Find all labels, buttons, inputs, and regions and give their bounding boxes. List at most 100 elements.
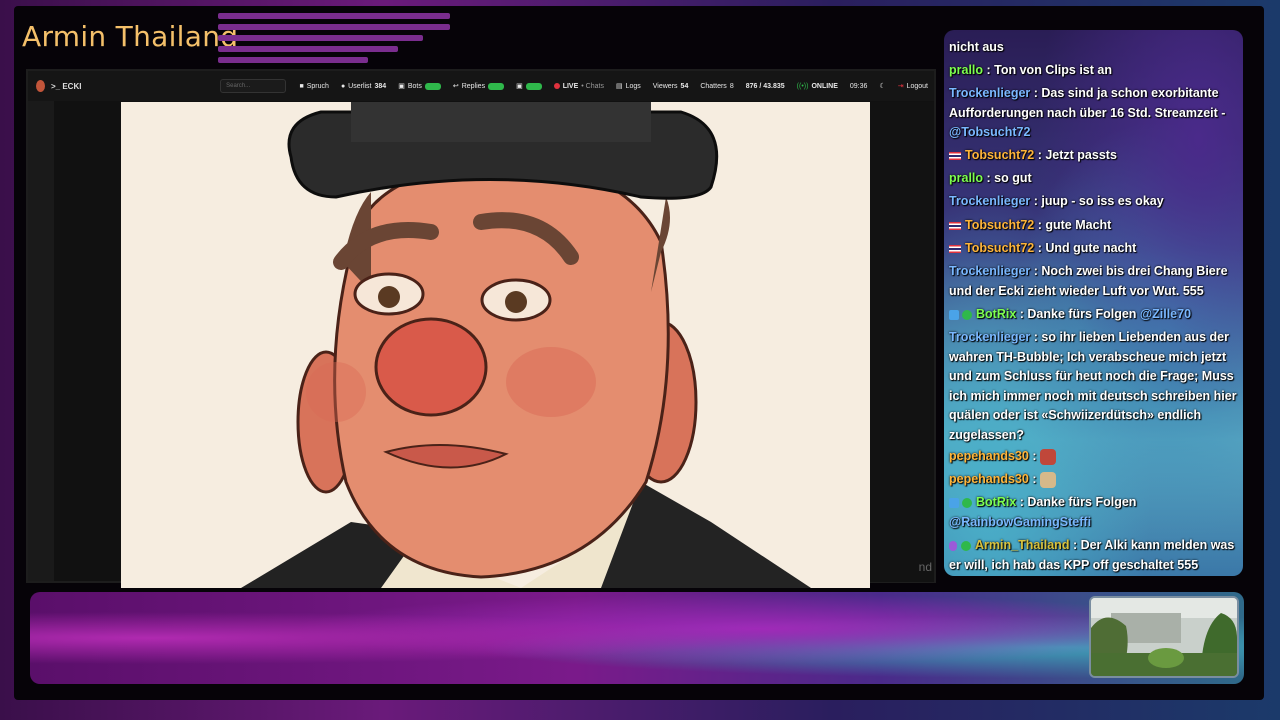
chat-username[interactable]: Trockenlieger: [949, 86, 1030, 100]
chatters-count: 8: [729, 82, 734, 90]
flag-icon: [949, 151, 961, 160]
chat-message: Trockenlieger : so ihr lieben Liebenden …: [949, 328, 1239, 445]
message-sep: :: [1034, 241, 1046, 255]
logout-button[interactable]: ⇥ Logout: [892, 82, 934, 91]
message-text: Und gute nacht: [1045, 241, 1137, 255]
search-input[interactable]: Search...: [220, 79, 286, 93]
chat-username[interactable]: Tobsucht72: [965, 218, 1034, 232]
bots-toggle[interactable]: ▣ Bots: [392, 82, 447, 90]
user-icon: ●: [340, 82, 346, 90]
chat-username[interactable]: Armin_Thailand: [975, 538, 1069, 552]
chat-username[interactable]: pepehands30: [949, 449, 1029, 463]
log-icon: ▤: [615, 83, 623, 90]
title-decoration: [218, 35, 423, 41]
flag-icon: [949, 221, 961, 230]
capture-sidebar: [28, 101, 54, 581]
message-text: so gut: [994, 171, 1032, 185]
right-strip-text: nd: [918, 560, 932, 574]
chat-username[interactable]: BotRix: [976, 495, 1016, 509]
webcam-scene: [1091, 598, 1237, 676]
dashboard-topbar: >_ ECKI Search... ■ Spruch ● Userlist 38…: [28, 71, 934, 101]
avatar: [36, 80, 45, 92]
verified-icon: [962, 497, 972, 508]
chat-message: BotRix : Danke fürs Folgen @Zille70: [949, 305, 1239, 325]
chat-username[interactable]: BotRix: [976, 307, 1016, 321]
message-text: Danke fürs Folgen: [1027, 307, 1140, 321]
bots-label: Bots: [407, 82, 422, 90]
message-text: gute Macht: [1045, 218, 1112, 232]
viewers-stat: Viewers 54: [647, 83, 695, 90]
message-text: Jetzt passts: [1045, 148, 1117, 162]
title-decoration: [218, 46, 398, 52]
chat-username[interactable]: prallo: [949, 63, 983, 77]
chatters-stat: Chatters 8: [694, 83, 739, 90]
chat-panel: nicht aus prallo : Ton von Clips ist an …: [944, 30, 1243, 576]
bot-icon: [949, 497, 959, 508]
message-sep: :: [1030, 264, 1042, 278]
replies-label: Replies: [461, 82, 486, 90]
chat-message: Armin_Thailand : Der Alki kann melden wa…: [949, 536, 1239, 575]
cartoon-man-portrait: [121, 102, 870, 588]
message-sep: :: [1069, 538, 1081, 552]
robot-icon: ▣: [516, 83, 523, 90]
reply-icon: ↩: [452, 83, 459, 90]
replies-toggle[interactable]: ↩ Replies: [447, 82, 510, 90]
title-decoration: [218, 57, 368, 63]
chat-message: BotRix : Danke fürs Folgen @RainbowGamin…: [949, 493, 1239, 532]
chat-message: Trockenlieger : Das sind ja schon exorbi…: [949, 84, 1239, 143]
viewers-label: Viewers: [652, 82, 678, 90]
screen-capture: >_ ECKI Search... ■ Spruch ● Userlist 38…: [26, 69, 936, 588]
chat-username[interactable]: Trockenlieger: [949, 264, 1030, 278]
chatters-label: Chatters: [700, 82, 727, 90]
followers-stat: 876 / 43.835: [740, 83, 791, 90]
chat-message: Tobsucht72 : gute Macht: [949, 216, 1239, 236]
signal-icon: ((•)): [796, 82, 809, 90]
message-sep: :: [1034, 218, 1046, 232]
chats-label: • Chats: [581, 82, 604, 90]
capture-right-strip: nd: [870, 102, 934, 582]
message-text: Ton von Clips ist an: [994, 63, 1112, 77]
brand[interactable]: >_ ECKI: [36, 80, 220, 92]
message-sep: :: [1028, 472, 1040, 486]
sound-toggle[interactable]: ▣: [510, 82, 548, 90]
message-mention[interactable]: @RainbowGamingSteffi: [949, 515, 1091, 529]
message-sep: :: [1016, 495, 1028, 509]
verified-icon: [961, 540, 971, 551]
message-text: juup - so iss es okay: [1041, 194, 1164, 208]
bot-icon: [949, 309, 959, 320]
portrait-image: [121, 102, 870, 588]
live-dot-icon: [553, 83, 560, 89]
message-text: nicht aus: [949, 40, 1004, 54]
chat-username[interactable]: Tobsucht72: [965, 241, 1034, 255]
online-label: ONLINE: [811, 82, 838, 90]
logs-button[interactable]: ▤ Logs: [610, 82, 647, 91]
chat-message: pepehands30 :: [949, 447, 1239, 467]
sound-switch[interactable]: [525, 82, 542, 90]
userlist-button[interactable]: ● Userlist 384: [335, 83, 392, 90]
bots-switch[interactable]: [424, 82, 441, 90]
chat-message: Tobsucht72 : Und gute nacht: [949, 239, 1239, 259]
chat-username[interactable]: prallo: [949, 171, 983, 185]
emote-icon: [1040, 471, 1056, 488]
title-decoration: [218, 24, 450, 30]
chat-username[interactable]: Tobsucht72: [965, 148, 1034, 162]
theme-toggle[interactable]: ☾: [873, 82, 891, 90]
live-indicator[interactable]: LIVE • Chats: [548, 83, 610, 90]
message-text: Danke fürs Folgen: [1027, 495, 1137, 509]
message-sep: :: [1030, 194, 1042, 208]
message-sep: :: [1016, 307, 1028, 321]
chat-username[interactable]: Trockenlieger: [949, 194, 1030, 208]
chat-username[interactable]: pepehands30: [949, 472, 1029, 486]
chat-message: prallo : so gut: [949, 169, 1239, 189]
replies-switch[interactable]: [488, 82, 505, 90]
chat-message: nicht aus: [949, 38, 1239, 58]
message-mention[interactable]: @Zille70: [1140, 307, 1191, 321]
userlist-count: 384: [374, 82, 387, 90]
message-sep: :: [1030, 86, 1042, 100]
logout-label: Logout: [906, 82, 928, 90]
chat-username[interactable]: Trockenlieger: [949, 330, 1030, 344]
message-sep: :: [983, 171, 995, 185]
spruch-button[interactable]: ■ Spruch: [294, 83, 335, 90]
message-mention[interactable]: @Tobsucht72: [949, 125, 1030, 139]
chat-message: Trockenlieger : juup - so iss es okay: [949, 192, 1239, 212]
